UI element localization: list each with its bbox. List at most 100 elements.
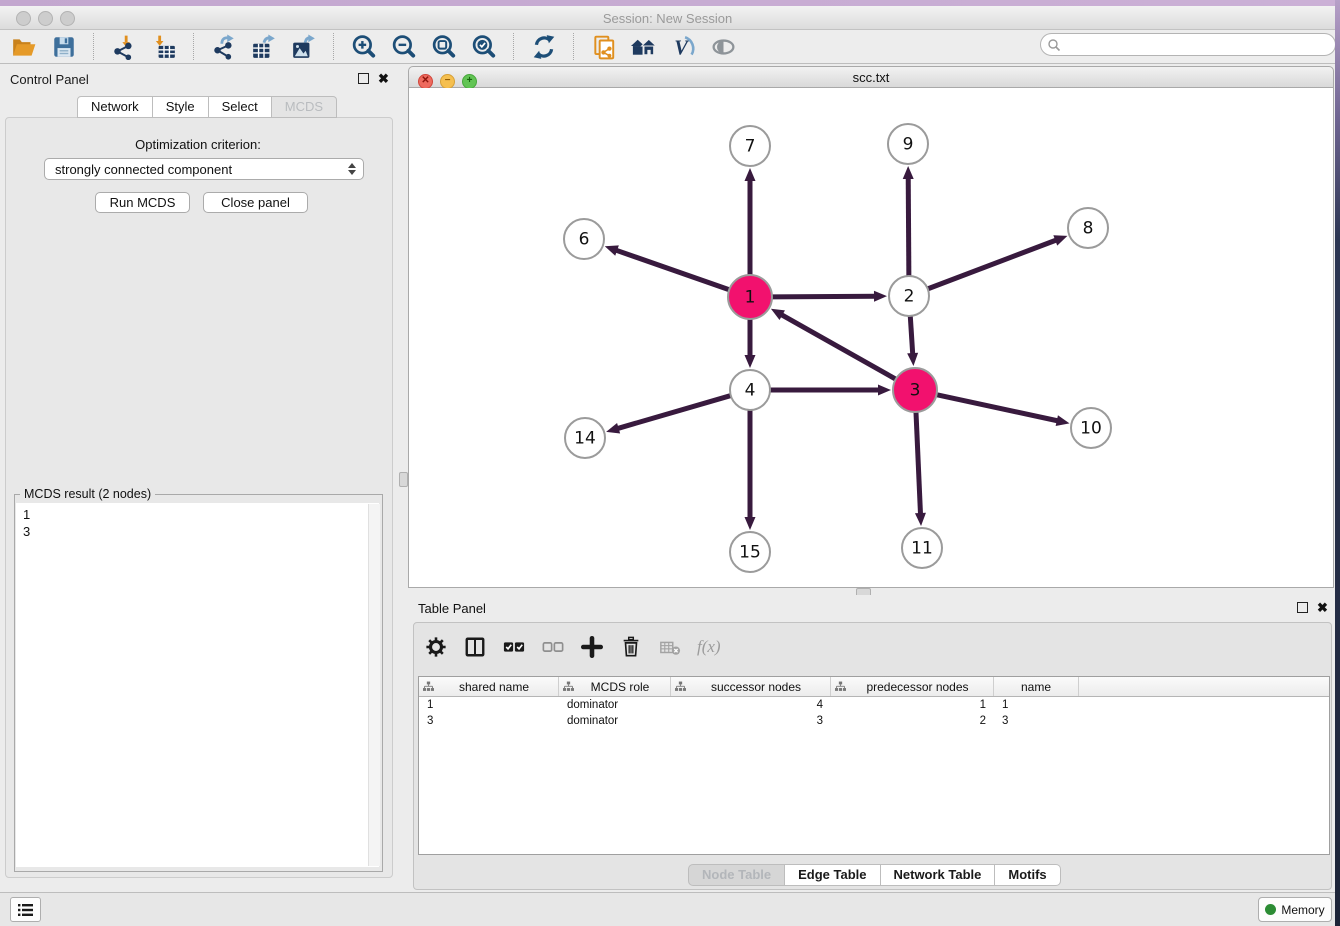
window-title: Session: New Session bbox=[0, 11, 1335, 26]
search-input[interactable] bbox=[1061, 36, 1335, 54]
maximize-icon[interactable]: + bbox=[462, 74, 477, 89]
graph-edge-3-11[interactable] bbox=[916, 412, 921, 516]
clone-network-icon[interactable] bbox=[590, 33, 617, 60]
list-icon bbox=[17, 903, 34, 917]
tab-node-table[interactable]: Node Table bbox=[688, 864, 785, 886]
graph-arrowhead bbox=[606, 423, 620, 434]
graph-node-label: 3 bbox=[910, 381, 921, 401]
minimize-icon[interactable]: − bbox=[440, 74, 455, 89]
search-icon bbox=[1047, 38, 1061, 52]
tab-edge-table[interactable]: Edge Table bbox=[785, 864, 880, 886]
shared-column-icon bbox=[423, 681, 434, 692]
network-graph[interactable]: 7968124314101511 bbox=[409, 88, 1333, 586]
tab-style[interactable]: Style bbox=[153, 96, 209, 118]
result-scrollbar[interactable] bbox=[368, 504, 380, 866]
graph-arrowhead bbox=[903, 166, 914, 179]
run-mcds-button[interactable]: Run MCDS bbox=[95, 192, 190, 213]
graph-edge-2-3[interactable] bbox=[910, 316, 913, 356]
tab-select[interactable]: Select bbox=[209, 96, 272, 118]
toolbar-separator bbox=[513, 33, 514, 60]
memory-label: Memory bbox=[1281, 903, 1324, 917]
column-header-name[interactable]: name bbox=[994, 677, 1079, 696]
table-row[interactable]: 1 dominator 4 1 1 bbox=[419, 697, 1329, 713]
graph-edge-4-14[interactable] bbox=[616, 396, 731, 429]
shared-column-icon bbox=[675, 681, 686, 692]
graph-edge-2-9[interactable] bbox=[908, 176, 909, 276]
hide-panel-eye-icon[interactable] bbox=[710, 33, 737, 60]
zoom-fit-icon[interactable] bbox=[430, 33, 457, 60]
graph-edge-3-10[interactable] bbox=[937, 395, 1060, 422]
column-header-successor-nodes[interactable]: successor nodes bbox=[671, 677, 831, 696]
close-panel-button[interactable]: Close panel bbox=[203, 192, 308, 213]
optimization-criterion-select[interactable]: strongly connected component bbox=[44, 158, 364, 180]
export-network-icon[interactable] bbox=[210, 33, 237, 60]
graph-node-label: 7 bbox=[745, 137, 756, 157]
column-header-predecessor-nodes[interactable]: predecessor nodes bbox=[831, 677, 994, 696]
graph-edge-2-8[interactable] bbox=[928, 239, 1058, 289]
apply-layout-icon[interactable] bbox=[530, 33, 557, 60]
toolbar-separator bbox=[333, 33, 334, 60]
node-table[interactable]: shared name MCDS role successor nodes pr… bbox=[418, 676, 1330, 855]
save-session-icon[interactable] bbox=[50, 33, 77, 60]
dropdown-selected-value: strongly connected component bbox=[55, 162, 232, 177]
zoom-selected-icon[interactable] bbox=[470, 33, 497, 60]
network-window-controls[interactable]: ✕−+ bbox=[418, 70, 484, 89]
status-bar bbox=[0, 892, 1335, 926]
graph-edge-3-1[interactable] bbox=[780, 314, 896, 380]
graph-node-label: 14 bbox=[574, 429, 596, 449]
tab-network[interactable]: Network bbox=[77, 96, 153, 118]
shared-column-icon bbox=[835, 681, 846, 692]
zoom-in-icon[interactable] bbox=[350, 33, 377, 60]
close-panel-icon[interactable]: ✖ bbox=[1317, 602, 1328, 613]
close-panel-icon[interactable]: ✖ bbox=[378, 73, 389, 84]
graph-node-label: 11 bbox=[911, 539, 933, 559]
open-file-icon[interactable] bbox=[10, 33, 37, 60]
unselect-all-columns-icon[interactable] bbox=[541, 635, 565, 659]
delete-column-trash-icon[interactable] bbox=[619, 635, 643, 659]
table-toolbar: f(x) bbox=[424, 632, 721, 662]
graph-edge-1-2[interactable] bbox=[772, 296, 877, 297]
search-field[interactable] bbox=[1040, 33, 1336, 56]
table-settings-gear-icon[interactable] bbox=[424, 635, 448, 659]
network-window-title: scc.txt bbox=[408, 70, 1334, 85]
import-network-icon[interactable] bbox=[110, 33, 137, 60]
toolbar-separator bbox=[193, 33, 194, 60]
graph-node-label: 15 bbox=[739, 543, 761, 563]
chevron-up-down-icon bbox=[348, 163, 356, 175]
graph-node-label: 8 bbox=[1083, 219, 1094, 239]
show-all-networks-icon[interactable] bbox=[630, 33, 657, 60]
close-icon[interactable]: ✕ bbox=[418, 74, 433, 89]
select-all-columns-icon[interactable] bbox=[502, 635, 526, 659]
svg-text:V: V bbox=[674, 37, 690, 59]
graph-node-label: 2 bbox=[904, 287, 915, 307]
float-panel-icon[interactable] bbox=[1297, 602, 1308, 613]
graph-arrowhead bbox=[745, 355, 756, 368]
control-panel-title: Control Panel bbox=[10, 72, 89, 87]
tab-motifs[interactable]: Motifs bbox=[995, 864, 1060, 886]
optimization-criterion-label: Optimization criterion: bbox=[5, 137, 391, 152]
memory-button[interactable]: Memory bbox=[1258, 897, 1332, 922]
float-panel-icon[interactable] bbox=[358, 73, 369, 84]
toggle-vizmapper-icon[interactable]: V bbox=[670, 33, 697, 60]
show-columns-icon[interactable] bbox=[463, 635, 487, 659]
network-canvas[interactable]: 7968124314101511 bbox=[408, 88, 1334, 588]
table-row[interactable]: 3 dominator 3 2 3 bbox=[419, 713, 1329, 729]
mcds-result-textarea[interactable]: 1 3 bbox=[16, 503, 379, 867]
result-line: 1 bbox=[23, 506, 379, 523]
table-header-row: shared name MCDS role successor nodes pr… bbox=[419, 677, 1329, 697]
create-column-plus-icon[interactable] bbox=[580, 635, 604, 659]
result-line: 3 bbox=[23, 523, 379, 540]
graph-arrowhead bbox=[907, 353, 918, 366]
graph-edge-1-6[interactable] bbox=[614, 250, 729, 290]
show-task-history-button[interactable] bbox=[10, 897, 41, 922]
tab-network-table[interactable]: Network Table bbox=[881, 864, 996, 886]
column-header-mcds-role[interactable]: MCDS role bbox=[559, 677, 671, 696]
export-image-icon[interactable] bbox=[290, 33, 317, 60]
tab-mcds[interactable]: MCDS bbox=[272, 96, 337, 118]
vertical-splitter-handle[interactable] bbox=[399, 472, 408, 487]
column-header-shared-name[interactable]: shared name bbox=[419, 677, 559, 696]
graph-arrowhead bbox=[745, 517, 756, 530]
import-table-icon[interactable] bbox=[150, 33, 177, 60]
export-table-icon[interactable] bbox=[250, 33, 277, 60]
zoom-out-icon[interactable] bbox=[390, 33, 417, 60]
